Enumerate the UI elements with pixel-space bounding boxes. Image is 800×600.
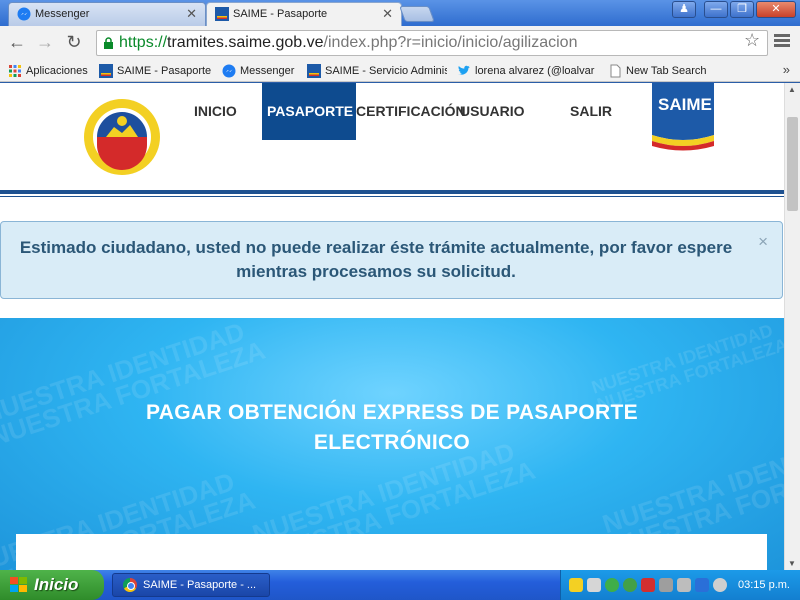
new-tab-button[interactable] bbox=[399, 6, 435, 22]
scroll-up-arrow-icon[interactable]: ▲ bbox=[788, 85, 796, 94]
security-shield-icon[interactable] bbox=[569, 578, 583, 592]
bookmark-aplicaciones[interactable]: Aplicaciones bbox=[6, 63, 94, 79]
bookmark-label: Messenger bbox=[240, 65, 295, 77]
bookmark-label: New Tab Search bbox=[626, 65, 707, 77]
nav-salir[interactable]: SALIR bbox=[570, 103, 612, 119]
url-host: tramites.saime.gob.ve bbox=[167, 34, 324, 51]
header-divider bbox=[0, 190, 784, 194]
minimize-button[interactable]: — bbox=[704, 1, 728, 18]
bookmark-messenger[interactable]: Messenger bbox=[220, 63, 300, 79]
saime-favicon bbox=[307, 64, 321, 78]
bookmark-label: SAIME - Servicio Adminis bbox=[325, 65, 447, 77]
tray-app-icon[interactable] bbox=[623, 578, 637, 592]
saime-favicon bbox=[215, 7, 229, 21]
chrome-menu-icon[interactable] bbox=[774, 34, 790, 50]
tab-title: Messenger bbox=[35, 8, 90, 20]
taskbar-item-chrome[interactable]: SAIME - Pasaporte - ... bbox=[112, 573, 270, 597]
chrome-icon bbox=[123, 578, 137, 592]
network-icon[interactable] bbox=[587, 578, 601, 592]
alert-message: Estimado ciudadano, usted no puede reali… bbox=[19, 238, 733, 281]
bookmark-twitter[interactable]: lorena alvarez (@loalvar bbox=[455, 63, 597, 79]
tray-app-icon[interactable] bbox=[659, 578, 673, 592]
info-alert: Estimado ciudadano, usted no puede reali… bbox=[0, 221, 783, 299]
lock-icon bbox=[104, 37, 113, 49]
reload-icon[interactable]: ↻ bbox=[63, 32, 85, 54]
tab-title: SAIME - Pasaporte bbox=[233, 8, 328, 20]
back-arrow-icon[interactable]: ← bbox=[6, 32, 28, 54]
bookmark-label: Aplicaciones bbox=[26, 65, 88, 77]
bookmark-saime-pasaporte[interactable]: SAIME - Pasaporte bbox=[97, 63, 215, 79]
browser-toolbar: ← → ↻ https://tramites.saime.gob.ve/inde… bbox=[0, 26, 800, 60]
saime-favicon bbox=[99, 64, 113, 78]
taskbar-item-label: SAIME - Pasaporte - ... bbox=[143, 579, 257, 591]
bookmark-saime-servicio[interactable]: SAIME - Servicio Adminis bbox=[305, 63, 447, 79]
gmail-icon[interactable] bbox=[641, 578, 655, 592]
page-icon bbox=[610, 64, 621, 78]
saime-logo: SAIME bbox=[652, 83, 714, 153]
forward-arrow-icon[interactable]: → bbox=[34, 32, 56, 54]
government-emblem-logo bbox=[84, 99, 160, 175]
address-bar[interactable]: https://tramites.saime.gob.ve/index.php?… bbox=[96, 30, 768, 56]
messenger-icon bbox=[17, 7, 31, 21]
close-icon[interactable]: ✕ bbox=[186, 3, 197, 25]
saime-logo-graphic bbox=[652, 83, 714, 151]
url-path: /index.php?r=inicio/inicio/agilizacion bbox=[323, 34, 578, 51]
apps-grid-icon bbox=[9, 65, 21, 77]
url-scheme: https:// bbox=[119, 34, 168, 51]
bookmark-new-tab-search[interactable]: New Tab Search bbox=[606, 63, 716, 79]
nav-usuario[interactable]: USUARIO bbox=[460, 103, 525, 119]
scroll-down-arrow-icon[interactable]: ▼ bbox=[788, 559, 796, 568]
bookmark-label: lorena alvarez (@loalvar bbox=[475, 65, 595, 77]
tray-app-icon[interactable] bbox=[677, 578, 691, 592]
tray-app-icon[interactable] bbox=[695, 578, 709, 592]
scroll-thumb[interactable] bbox=[787, 117, 798, 211]
utorrent-icon[interactable] bbox=[605, 578, 619, 592]
windows-logo-icon bbox=[10, 577, 27, 592]
tab-saime-pasaporte[interactable]: SAIME - Pasaporte ✕ bbox=[206, 2, 402, 26]
bookmarks-bar: Aplicaciones SAIME - Pasaporte Messenger… bbox=[0, 60, 800, 82]
browser-tab-strip: Messenger ✕ SAIME - Pasaporte ✕ ♟ — ❐ ✕ bbox=[0, 0, 800, 26]
bookmark-label: SAIME - Pasaporte bbox=[117, 65, 212, 77]
system-tray: 03:15 p.m. bbox=[560, 570, 800, 600]
header-divider-thin bbox=[0, 196, 784, 197]
vertical-scrollbar[interactable]: ▲ ▼ bbox=[784, 83, 800, 570]
saime-logo-text: SAIME bbox=[658, 95, 712, 114]
nav-certificacion[interactable]: CERTIFICACIÓN bbox=[356, 103, 466, 119]
tray-app-icon[interactable] bbox=[713, 578, 727, 592]
user-profile-icon[interactable]: ♟ bbox=[672, 1, 696, 18]
bookmarks-overflow-icon[interactable]: » bbox=[783, 62, 790, 77]
maximize-button[interactable]: ❐ bbox=[730, 1, 754, 18]
bookmark-star-icon[interactable]: ☆ bbox=[744, 30, 760, 51]
nav-pasaporte[interactable]: PASAPORTE bbox=[262, 83, 356, 140]
window-close-button[interactable]: ✕ bbox=[756, 1, 796, 18]
content-card bbox=[16, 534, 767, 570]
page-viewport: INICIO PASAPORTE CERTIFICACIÓN USUARIO S… bbox=[0, 83, 784, 570]
start-label: Inicio bbox=[34, 575, 79, 594]
tab-messenger[interactable]: Messenger ✕ bbox=[8, 2, 206, 26]
taskbar-clock[interactable]: 03:15 p.m. bbox=[738, 570, 790, 600]
twitter-icon bbox=[458, 65, 470, 75]
close-icon[interactable]: ✕ bbox=[382, 3, 393, 25]
alert-close-icon[interactable]: × bbox=[758, 232, 768, 252]
messenger-icon bbox=[222, 64, 236, 78]
nav-pasaporte-label: PASAPORTE bbox=[267, 103, 354, 119]
page-title: PAGAR OBTENCIÓN EXPRESS DE PASAPORTE ELE… bbox=[146, 401, 638, 454]
start-button[interactable]: Inicio bbox=[0, 570, 104, 600]
nav-inicio[interactable]: INICIO bbox=[194, 103, 237, 119]
windows-taskbar: Inicio SAIME - Pasaporte - ... 03:15 p.m… bbox=[0, 570, 800, 600]
hero-banner: NUESTRA IDENTIDAD NUESTRA FORTALEZA NUEST… bbox=[0, 318, 784, 570]
